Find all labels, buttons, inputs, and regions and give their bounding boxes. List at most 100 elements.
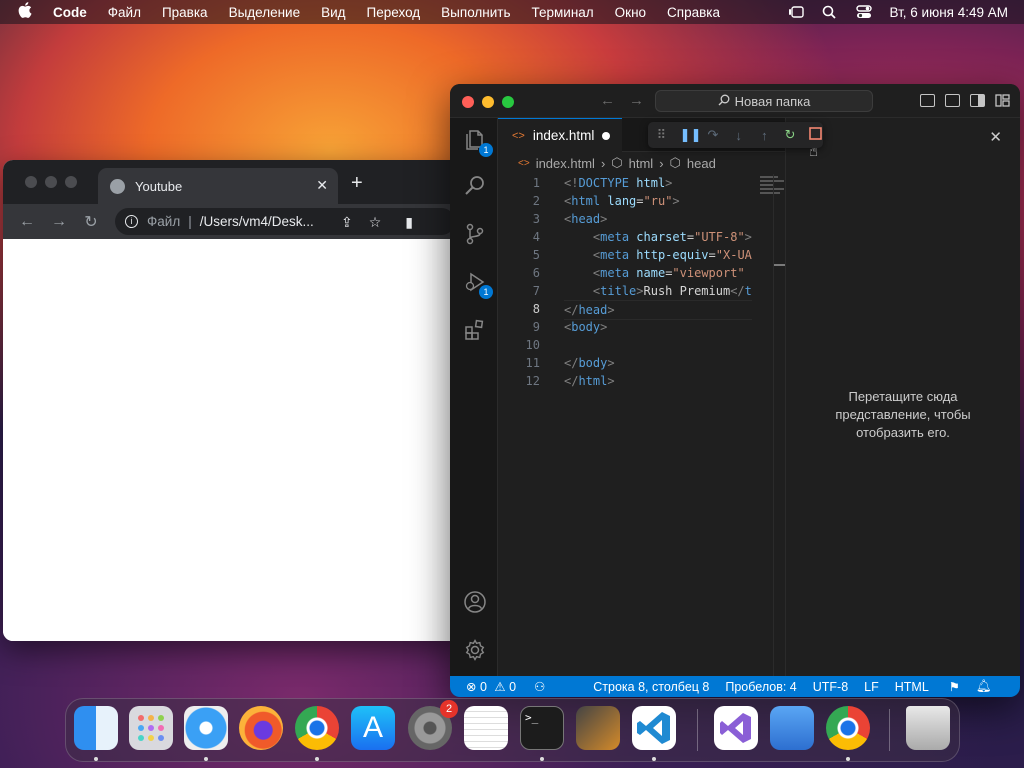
menu-go[interactable]: Переход: [367, 5, 421, 20]
share-icon[interactable]: ⇪: [341, 214, 353, 231]
restart-icon[interactable]: ↻: [783, 127, 798, 143]
keynote-icon[interactable]: [770, 706, 814, 750]
address-bar[interactable]: i Файл | /Users/vm4/Desk... ⇪ ☆ ▮: [115, 208, 455, 235]
spotlight-search-icon[interactable]: [822, 5, 838, 19]
browser-page-content[interactable]: [3, 239, 463, 641]
code-line[interactable]: 4 <meta charset="UTF-8">: [498, 228, 785, 246]
source-control-icon[interactable]: [462, 222, 488, 248]
menu-app-name[interactable]: Code: [53, 5, 87, 20]
toggle-panel-icon[interactable]: [945, 94, 960, 107]
back-arrow-icon[interactable]: ←: [11, 213, 43, 231]
close-tab-icon[interactable]: ✕: [316, 177, 328, 194]
breadcrumb-html[interactable]: html: [629, 156, 654, 171]
finder-icon[interactable]: [74, 706, 118, 750]
code-line[interactable]: 3 <head>: [498, 210, 785, 228]
firefox-icon[interactable]: [239, 706, 283, 750]
breadcrumb-file[interactable]: index.html: [536, 156, 595, 171]
toggle-secondary-sidebar-icon[interactable]: [970, 94, 985, 107]
extensions-icon[interactable]: [462, 318, 488, 344]
control-center-icon[interactable]: [855, 5, 872, 19]
step-into-icon[interactable]: ↓: [731, 128, 746, 143]
zoom-window-button[interactable]: [65, 176, 77, 188]
notifications-bell-icon[interactable]: 🔔︎: [976, 679, 992, 694]
chrome-icon[interactable]: [295, 706, 339, 750]
launchpad-icon[interactable]: [129, 706, 173, 750]
code-line[interactable]: 9 <body>: [498, 318, 785, 336]
code-editor[interactable]: 1 <!DOCTYPE html> 2 <html lang="ru"> 3 <head>…: [498, 174, 785, 390]
menu-run[interactable]: Выполнить: [441, 5, 510, 20]
code-line[interactable]: 11 </body>: [498, 354, 785, 372]
safari-icon[interactable]: [184, 706, 228, 750]
visual-studio-icon[interactable]: [714, 706, 758, 750]
side-panel-icon[interactable]: ▮: [405, 214, 413, 231]
menu-terminal[interactable]: Терминал: [532, 5, 594, 20]
bookmark-star-icon[interactable]: ☆: [369, 214, 382, 231]
close-window-button[interactable]: [462, 96, 474, 108]
go-forward-icon[interactable]: →: [629, 92, 644, 109]
explorer-icon[interactable]: 1: [462, 128, 493, 157]
trash-icon[interactable]: [906, 706, 950, 750]
search-view-icon[interactable]: [462, 174, 488, 200]
minimize-window-button[interactable]: [45, 176, 57, 188]
command-center-search[interactable]: Новая папка: [655, 90, 873, 112]
zoom-window-button[interactable]: [502, 96, 514, 108]
breadcrumb-head[interactable]: head: [687, 156, 716, 171]
menu-file[interactable]: Файл: [108, 5, 141, 20]
system-settings-icon[interactable]: 2: [408, 700, 458, 750]
new-tab-button[interactable]: +: [351, 172, 363, 195]
browser-tab-youtube[interactable]: Youtube ✕: [98, 168, 338, 204]
toggle-primary-sidebar-icon[interactable]: [920, 94, 935, 107]
close-window-button[interactable]: [25, 176, 37, 188]
code-line[interactable]: 12 </html>: [498, 372, 785, 390]
step-out-icon[interactable]: ↑: [757, 128, 772, 143]
stop-icon[interactable]: [808, 127, 823, 143]
menu-view[interactable]: Вид: [321, 5, 345, 20]
code-line[interactable]: 5 <meta http-equiv="X-UA: [498, 246, 785, 264]
garageband-icon[interactable]: [576, 706, 620, 750]
encoding[interactable]: UTF-8: [813, 680, 848, 694]
code-line[interactable]: 7 <title>Rush Premium</t: [498, 282, 785, 300]
apple-icon[interactable]: [18, 2, 36, 22]
drag-handle-icon[interactable]: ⠿: [654, 127, 669, 143]
go-back-icon[interactable]: ←: [600, 92, 615, 109]
textedit-icon[interactable]: [464, 706, 508, 750]
editor-scrollbar[interactable]: [773, 174, 786, 676]
site-info-icon[interactable]: i: [125, 215, 138, 228]
menu-clock[interactable]: Вт, 6 июня 4:49 AM: [890, 5, 1008, 20]
customize-layout-icon[interactable]: [995, 94, 1010, 107]
editor-tab-index-html[interactable]: <> index.html: [498, 118, 622, 152]
code-line[interactable]: 6 <meta name="viewport": [498, 264, 785, 282]
stage-manager-icon[interactable]: [788, 5, 804, 19]
indentation[interactable]: Пробелов: 4: [725, 680, 796, 694]
accounts-icon[interactable]: [462, 590, 488, 616]
address-separator: |: [188, 214, 192, 229]
minimize-window-button[interactable]: [482, 96, 494, 108]
pause-icon[interactable]: ❚❚: [680, 127, 702, 143]
feedback-icon[interactable]: ⚑: [949, 679, 960, 694]
close-icon[interactable]: ✕: [989, 128, 1002, 146]
manage-gear-icon[interactable]: [462, 638, 488, 664]
code-line[interactable]: 2 <html lang="ru">: [498, 192, 785, 210]
address-scheme: Файл: [147, 214, 181, 229]
forward-arrow-icon[interactable]: →: [43, 213, 75, 231]
app-store-icon[interactable]: A: [351, 706, 395, 750]
menu-selection[interactable]: Выделение: [229, 5, 301, 20]
run-debug-icon[interactable]: 1: [462, 270, 493, 299]
step-over-icon[interactable]: ↷: [706, 127, 721, 143]
port-forward-icon[interactable]: ⚇: [534, 679, 545, 694]
language-mode[interactable]: HTML: [895, 680, 929, 694]
terminal-icon[interactable]: >_: [520, 706, 564, 750]
chrome-icon[interactable]: [826, 706, 870, 750]
reload-icon[interactable]: ↻: [75, 212, 107, 232]
vscode-icon[interactable]: [632, 706, 676, 750]
menu-help[interactable]: Справка: [667, 5, 720, 20]
end-of-line[interactable]: LF: [864, 680, 879, 694]
code-line[interactable]: 1 <!DOCTYPE html>: [498, 174, 785, 192]
code-line[interactable]: 8 </head>: [498, 300, 785, 320]
cursor-position[interactable]: Строка 8, столбец 8: [593, 680, 709, 694]
menu-edit[interactable]: Правка: [162, 5, 208, 20]
problems-status[interactable]: ⊗ 0 ⚠ 0: [466, 679, 516, 694]
menu-window[interactable]: Окно: [615, 5, 646, 20]
unsaved-dot-icon[interactable]: [602, 132, 610, 140]
code-line[interactable]: 10: [498, 336, 785, 354]
